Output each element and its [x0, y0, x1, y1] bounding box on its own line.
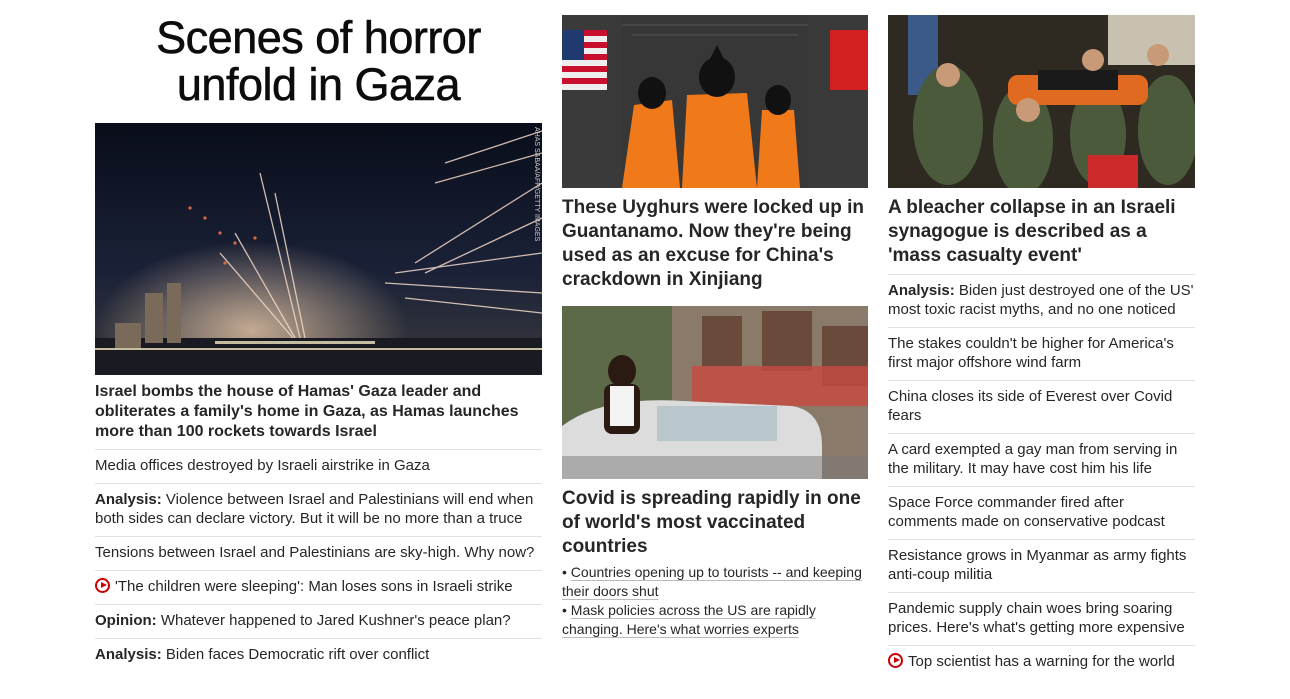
play-video-icon — [888, 653, 903, 668]
link-prefix: Opinion: — [95, 612, 161, 629]
link-text[interactable]: Mask policies across the US are rapidly … — [562, 602, 816, 637]
play-video-icon — [95, 578, 110, 593]
list-item[interactable]: The stakes couldn't be higher for Americ… — [888, 327, 1195, 380]
right-links-list: Analysis: Biden just destroyed one of th… — [888, 274, 1195, 679]
link-text[interactable]: Whatever happened to Jared Kushner's pea… — [161, 612, 511, 629]
link-text[interactable]: Pandemic supply chain woes bring soaring… — [888, 600, 1185, 636]
list-item[interactable]: A card exempted a gay man from serving i… — [888, 433, 1195, 486]
list-item[interactable]: Tensions between Israel and Palestinians… — [95, 536, 542, 570]
link-text[interactable]: Top scientist has a warning for the worl… — [908, 653, 1175, 670]
photo-credit: AHAS SABAA/AFP/GETTY IMAGES — [533, 127, 540, 242]
link-text[interactable]: Biden faces Democratic rift over conflic… — [166, 646, 429, 663]
list-item[interactable]: • Countries opening up to tourists -- an… — [562, 563, 868, 601]
synagogue-headline[interactable]: A bleacher collapse in an Israeli synago… — [888, 196, 1195, 268]
link-prefix: Analysis: — [95, 491, 166, 508]
list-item[interactable]: Top scientist has a warning for the worl… — [888, 645, 1195, 679]
lead-headline[interactable]: Israel bombs the house of Hamas' Gaza le… — [95, 382, 542, 442]
list-item[interactable]: Analysis: Biden faces Democratic rift ov… — [95, 638, 542, 672]
link-text[interactable]: Media offices destroyed by Israeli airst… — [95, 457, 430, 474]
gaza-rockets-photo[interactable]: AHAS SABAA/AFP/GETTY IMAGES — [95, 123, 542, 375]
list-item[interactable]: Analysis: Biden just destroyed one of th… — [888, 274, 1195, 327]
link-text[interactable]: Countries opening up to tourists -- and … — [562, 564, 862, 599]
related-links-list: Media offices destroyed by Israeli airst… — [95, 449, 542, 672]
list-item[interactable]: Analysis: Violence between Israel and Pa… — [95, 483, 542, 536]
uyghurs-headline[interactable]: These Uyghurs were locked up in Guantana… — [562, 196, 868, 292]
seychelles-street-photo[interactable] — [562, 306, 868, 479]
covid-related-list: • Countries opening up to tourists -- an… — [562, 563, 868, 639]
list-item[interactable]: Media offices destroyed by Israeli airst… — [95, 449, 542, 483]
link-text[interactable]: Resistance grows in Myanmar as army figh… — [888, 547, 1186, 583]
list-item[interactable]: Pandemic supply chain woes bring soaring… — [888, 592, 1195, 645]
list-item[interactable]: 'The children were sleeping': Man loses … — [95, 570, 542, 604]
link-text[interactable]: 'The children were sleeping': Man loses … — [115, 578, 513, 595]
banner-link[interactable]: Scenes of horror unfold in Gaza — [156, 12, 482, 110]
list-item[interactable]: • Mask policies across the US are rapidl… — [562, 601, 868, 639]
link-text[interactable]: Tensions between Israel and Palestinians… — [95, 544, 534, 561]
list-item[interactable]: Opinion: Whatever happened to Jared Kush… — [95, 604, 542, 638]
list-item[interactable]: Resistance grows in Myanmar as army figh… — [888, 539, 1195, 592]
link-text[interactable]: Space Force commander fired after commen… — [888, 494, 1165, 530]
link-prefix: Analysis: — [888, 282, 959, 299]
covid-headline[interactable]: Covid is spreading rapidly in one of wor… — [562, 487, 868, 559]
synagogue-rescue-photo[interactable] — [888, 15, 1195, 188]
link-text[interactable]: China closes its side of Everest over Co… — [888, 388, 1172, 424]
link-prefix: Analysis: — [95, 646, 166, 663]
link-text[interactable]: A card exempted a gay man from serving i… — [888, 441, 1177, 477]
guantanamo-detainees-photo[interactable] — [562, 15, 868, 188]
link-text[interactable]: The stakes couldn't be higher for Americ… — [888, 335, 1174, 371]
list-item[interactable]: China closes its side of Everest over Co… — [888, 380, 1195, 433]
banner-headline[interactable]: Scenes of horror unfold in Gaza — [95, 12, 542, 110]
list-item[interactable]: Space Force commander fired after commen… — [888, 486, 1195, 539]
